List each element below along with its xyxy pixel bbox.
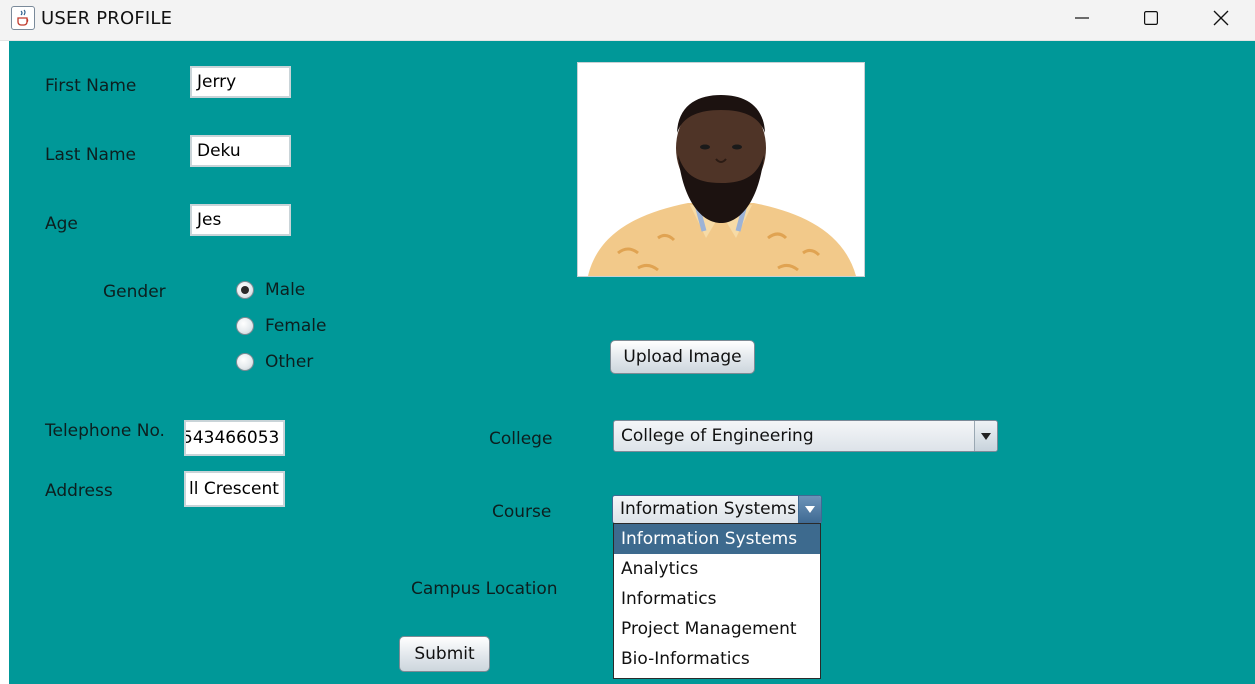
dropdown-item-informatics[interactable]: Informatics [614, 584, 820, 614]
course-selected-value: Information Systems [620, 499, 797, 519]
dropdown-item-bio-informatics[interactable]: Bio-Informatics [614, 644, 820, 674]
submit-button[interactable]: Submit [399, 636, 490, 672]
minimize-icon [1075, 17, 1089, 19]
campus-location-label: Campus Location [411, 579, 558, 599]
gender-radio-female[interactable]: Female [236, 316, 326, 336]
college-label: College [489, 429, 553, 449]
course-label: Course [492, 502, 552, 522]
radio-button-checked[interactable] [236, 281, 254, 299]
upload-image-button[interactable]: Upload Image [610, 340, 755, 374]
last-name-label: Last Name [45, 145, 136, 165]
profile-photo [577, 62, 865, 277]
chevron-down-icon[interactable] [974, 421, 997, 451]
telephone-label: Telephone No. [45, 421, 165, 441]
gender-radio-other[interactable]: Other [236, 352, 313, 372]
radio-label-female: Female [265, 316, 327, 336]
dropdown-item-project-management[interactable]: Project Management [614, 614, 820, 644]
course-dropdown-list: Information Systems Analytics Informatic… [613, 523, 821, 679]
java-cup-icon [11, 6, 35, 30]
person-photo-image [578, 63, 864, 276]
dropdown-item-information-systems[interactable]: Information Systems [614, 524, 820, 554]
first-name-label: First Name [45, 76, 137, 96]
gender-radio-male[interactable]: Male [236, 280, 305, 300]
college-select[interactable]: College of Engineering [613, 420, 998, 452]
last-name-field[interactable]: Deku [190, 135, 291, 167]
chevron-down-icon[interactable] [798, 496, 821, 523]
window-title: USER PROFILE [41, 8, 173, 29]
close-button[interactable] [1187, 0, 1255, 36]
age-field[interactable]: Jes [190, 204, 291, 236]
close-icon [1213, 10, 1229, 26]
age-label: Age [45, 214, 78, 234]
radio-button[interactable] [236, 353, 254, 371]
dropdown-item-analytics[interactable]: Analytics [614, 554, 820, 584]
course-select[interactable]: Information Systems [612, 495, 822, 524]
minimize-button[interactable] [1048, 0, 1116, 36]
first-name-field[interactable]: Jerry [190, 66, 291, 98]
maximize-icon [1144, 11, 1158, 25]
gender-label: Gender [103, 282, 166, 302]
radio-label-male: Male [265, 280, 306, 300]
radio-button[interactable] [236, 317, 254, 335]
college-selected-value: College of Engineering [621, 426, 814, 446]
title-bar: USER PROFILE [0, 0, 1255, 41]
form-panel: First Name Jerry Last Name Deku Age Jes … [9, 41, 1255, 684]
radio-label-other: Other [265, 352, 314, 372]
maximize-button[interactable] [1117, 0, 1185, 36]
address-label: Address [45, 481, 113, 501]
telephone-field[interactable]: 543466053 [184, 420, 285, 456]
address-field[interactable]: ll Crescent [184, 471, 285, 507]
